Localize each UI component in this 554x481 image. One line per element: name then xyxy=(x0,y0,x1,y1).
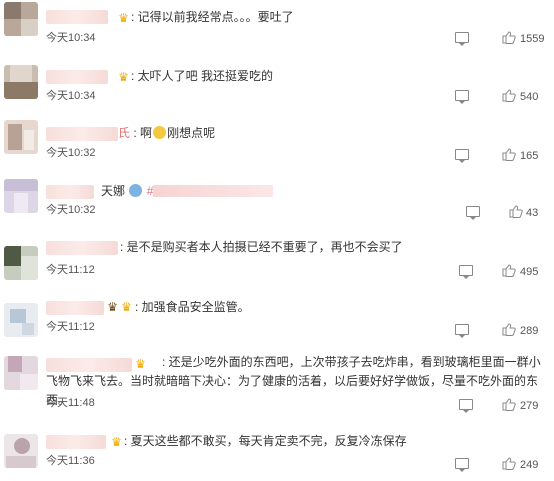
avatar[interactable] xyxy=(4,434,38,468)
crown-icon: ♛ xyxy=(118,11,129,25)
comment-item: ♛ : 太吓人了吧 我还挺爱吃的 今天10:34 540 xyxy=(0,58,554,110)
username[interactable] xyxy=(46,10,108,24)
thumbs-up-icon[interactable] xyxy=(509,205,523,218)
comment-icon[interactable] xyxy=(455,458,469,472)
comment-text-part: 啊 xyxy=(140,126,153,140)
username[interactable] xyxy=(46,435,106,449)
thumbs-up-icon[interactable] xyxy=(502,31,516,44)
thumbs-up-icon[interactable] xyxy=(502,264,516,277)
crown-icon: ♛ xyxy=(118,70,129,84)
username[interactable] xyxy=(46,70,108,84)
comment-text: : 记得以前我经常点。。。要吐了 xyxy=(131,10,294,24)
comment-icon[interactable] xyxy=(455,90,469,104)
comment-item: ♛ : 记得以前我经常点。。。要吐了 今天10:34 1559 xyxy=(0,0,554,52)
comment-time: 今天11:48 xyxy=(46,397,95,409)
comment-icon[interactable] xyxy=(455,324,469,338)
name-suffix: 氏 xyxy=(118,126,131,140)
like-count: 289 xyxy=(520,325,539,337)
like-count: 540 xyxy=(520,91,539,103)
avatar[interactable] xyxy=(4,2,38,36)
thumbs-up-icon[interactable] xyxy=(502,148,516,161)
comment-time: 今天10:32 xyxy=(46,147,96,159)
hashtag-link[interactable]: # xyxy=(147,184,274,198)
crying-face-icon xyxy=(129,184,143,197)
comment-time: 今天11:36 xyxy=(46,455,95,467)
comment-item: ♛ : 夏天这些都不敢买，每天肯定卖不完，反复冷冻保存 今天11:36 249 xyxy=(0,428,554,481)
comment-item: 天娜 # 今天10:32 43 xyxy=(0,174,554,226)
comment-item: ♛ : 还是少吃外面的东西吧，上次带孩子去吃炸串，看到玻璃柜里面一群小飞物飞来飞… xyxy=(0,352,554,416)
like-count: 279 xyxy=(520,400,539,412)
avatar[interactable] xyxy=(4,246,38,280)
username[interactable] xyxy=(46,301,104,315)
comment-text-part: 天娜 xyxy=(101,184,126,198)
avatar[interactable] xyxy=(4,356,38,390)
crown-icon: ♛ xyxy=(121,300,132,314)
comment-time: 今天11:12 xyxy=(46,264,95,276)
comment-icon[interactable] xyxy=(455,149,469,163)
avatar[interactable] xyxy=(4,303,38,337)
comment-text: : 是不是购买者本人拍摄已经不重要了，再也不会买了 xyxy=(120,240,403,254)
thumbs-up-icon[interactable] xyxy=(502,457,516,470)
comment-text: 氏 : 啊刚想点呢 xyxy=(118,123,215,143)
crown-icon: ♛ xyxy=(107,300,118,314)
comment-text: 天娜 # xyxy=(101,181,274,201)
thumbs-up-icon[interactable] xyxy=(502,398,516,411)
comment-text: : 夏天这些都不敢买，每天肯定卖不完，反复冷冻保存 xyxy=(124,434,407,448)
comment-time: 今天10:34 xyxy=(46,32,96,44)
thumbs-up-icon[interactable] xyxy=(502,323,516,336)
comment-icon[interactable] xyxy=(459,399,473,413)
comment-icon[interactable] xyxy=(466,206,480,220)
like-count: 1559 xyxy=(520,33,545,45)
comment-text-part: 刚想点呢 xyxy=(167,126,216,140)
username[interactable] xyxy=(46,127,118,141)
like-count: 43 xyxy=(526,207,539,219)
comment-separator: : xyxy=(133,126,137,140)
avatar[interactable] xyxy=(4,65,38,99)
comment-text: : 加强食品安全监管。 xyxy=(135,300,250,314)
comment-time: 今天10:32 xyxy=(46,204,96,216)
comment-time: 今天10:34 xyxy=(46,90,96,102)
comment-icon[interactable] xyxy=(455,32,469,46)
comment-item: ♛ ♛ : 加强食品安全监管。 今天11:12 289 xyxy=(0,295,554,347)
like-count: 165 xyxy=(520,150,539,162)
username[interactable] xyxy=(46,241,118,255)
comment-text: : 太吓人了吧 我还挺爱吃的 xyxy=(131,69,274,83)
like-count: 249 xyxy=(520,459,539,471)
avatar[interactable] xyxy=(4,179,38,213)
username[interactable] xyxy=(46,185,94,199)
comment-time: 今天11:12 xyxy=(46,321,95,333)
comment-icon[interactable] xyxy=(459,265,473,279)
like-count: 495 xyxy=(520,266,539,278)
crown-icon: ♛ xyxy=(111,435,122,449)
avatar[interactable] xyxy=(4,120,38,154)
crying-face-icon xyxy=(153,126,167,139)
comment-item: 氏 : 啊刚想点呢 今天10:32 165 xyxy=(0,116,554,168)
comment-item: : 是不是购买者本人拍摄已经不重要了，再也不会买了 今天11:12 495 xyxy=(0,234,554,290)
thumbs-up-icon[interactable] xyxy=(502,89,516,102)
